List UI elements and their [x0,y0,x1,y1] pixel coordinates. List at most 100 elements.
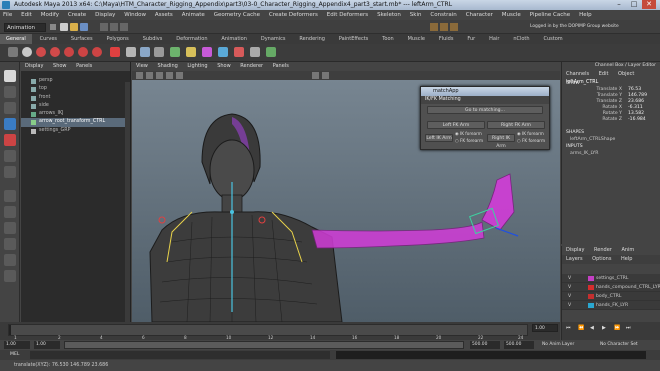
vp-menu-renderer[interactable]: Renderer [240,63,263,69]
outliner-menu-show[interactable]: Show [53,63,67,69]
left-ik-forearm-option[interactable]: ◉ IK forearm [455,131,482,137]
layer-menu-help[interactable]: Help [621,256,632,262]
menu-create[interactable]: Create [68,12,86,18]
step-back-icon[interactable]: ⏪ [578,325,584,331]
cylinder-icon[interactable] [140,47,150,57]
ik-handle-icon[interactable] [50,47,60,57]
weights-icon[interactable] [92,47,102,57]
menu-edit[interactable]: Edit [21,12,32,18]
layer-tab-render[interactable]: Render [594,247,612,253]
mode-dropdown[interactable]: Animation [4,23,46,32]
shape-node[interactable]: leftArm_CTRLShape [562,136,660,143]
outliner-item-side[interactable]: side [21,102,130,110]
layer-visibility-toggle[interactable]: V [568,301,571,310]
select-object-icon[interactable] [110,23,118,31]
time-slider[interactable]: 1 2 4 6 8 10 12 14 16 18 20 22 24 [0,322,560,340]
play-back-icon[interactable]: ◀ [590,325,594,331]
right-fk-forearm-option[interactable]: ○ FK forearm [517,138,545,144]
tab-muscle[interactable]: Muscle [402,34,431,44]
step-forward-icon[interactable]: ⏩ [614,325,620,331]
range-bar[interactable] [64,341,464,349]
layout-graph-icon[interactable] [4,238,16,250]
layer-color-swatch[interactable] [588,303,594,308]
open-scene-icon[interactable] [70,23,78,31]
skin-detach-icon[interactable] [78,47,88,57]
menu-animate[interactable]: Animate [182,12,205,18]
layout-single-icon[interactable] [4,190,16,202]
right-fk-arm-button[interactable]: Right FK Arm [487,121,545,129]
left-fk-forearm-option[interactable]: ○ FK forearm [455,138,483,144]
tab-general[interactable]: General [0,34,32,44]
outliner-item-front[interactable]: front [21,94,130,102]
current-time-indicator[interactable] [9,325,11,335]
cb-tab-edit[interactable]: Edit [599,71,609,77]
menu-create-deformers[interactable]: Create Deformers [269,12,318,18]
layout-hypershade-icon[interactable] [4,254,16,266]
lights-icon[interactable] [176,72,183,79]
new-scene-icon[interactable] [60,23,68,31]
outliner-menu-panels[interactable]: Panels [76,63,92,69]
outliner-item-arrows-ikj[interactable]: arrows_IKJ [21,110,130,118]
outliner-item-top[interactable]: top [21,85,130,93]
outliner-scrollbar[interactable] [125,82,130,332]
go-to-matching-button[interactable]: Go to matching... [427,106,543,114]
layer-tab-display[interactable]: Display [566,247,584,253]
isolate-select-icon[interactable] [312,72,319,79]
select-tool-icon[interactable] [4,70,16,82]
tab-fluids[interactable]: Fluids [433,34,460,44]
menu-character[interactable]: Character [466,12,493,18]
tab-painteffects[interactable]: PaintEffects [333,34,374,44]
set-key-icon[interactable] [218,47,228,57]
freeze-icon[interactable] [266,47,276,57]
camera-select-icon[interactable] [136,72,143,79]
layer-row-body-ctrl[interactable]: V body_CTRL [562,292,660,301]
script-icon[interactable] [234,47,244,57]
scale-tool-icon[interactable] [4,150,16,162]
layer-tab-anim[interactable]: Anim [621,247,634,253]
render-settings-icon[interactable] [450,23,458,31]
menu-skin[interactable]: Skin [410,12,422,18]
right-ik-forearm-option[interactable]: ◉ IK forearm [517,131,544,137]
tab-surfaces[interactable]: Surfaces [65,34,99,44]
manipulator-tool-icon[interactable] [4,166,16,178]
tab-toon[interactable]: Toon [376,34,400,44]
left-fk-arm-button[interactable]: Left FK Arm [427,121,485,129]
sphere-icon[interactable] [22,47,32,57]
layer-visibility-toggle[interactable]: V [568,274,571,283]
vp-menu-show[interactable]: Show [217,63,231,69]
vp-menu-panels[interactable]: Panels [273,63,289,69]
layout-outliner-icon[interactable] [4,222,16,234]
cb-tab-object[interactable]: Object [618,71,634,77]
layer-visibility-toggle[interactable]: V [568,283,571,292]
menu-modify[interactable]: Modify [41,12,59,18]
joint-icon[interactable] [36,47,46,57]
layer-row-hands-compound[interactable]: V hands_compound_CTRL_LYR [562,283,660,292]
select-component-icon[interactable] [120,23,128,31]
plane-icon[interactable] [154,47,164,57]
menu-muscle[interactable]: Muscle [502,12,521,18]
group-icon[interactable] [250,47,260,57]
smooth-shade-icon[interactable] [156,72,163,79]
locator-icon[interactable] [186,47,196,57]
ipr-render-icon[interactable] [440,23,448,31]
tab-dynamics[interactable]: Dynamics [255,34,292,44]
command-input[interactable] [30,351,330,359]
layout-four-icon[interactable] [4,206,16,218]
tab-hair[interactable]: Hair [483,34,505,44]
vp-menu-shading[interactable]: Shading [157,63,177,69]
move-tool-icon[interactable] [4,118,16,130]
go-to-end-icon[interactable]: ⏭ [626,325,631,331]
menu-pipeline-cache[interactable]: Pipeline Cache [530,12,570,18]
layer-menu-layers[interactable]: Layers [566,256,583,262]
paint-select-icon[interactable] [4,102,16,114]
layer-color-swatch[interactable] [588,294,594,299]
playback-start-field[interactable]: 1.00 [34,341,60,349]
tab-rendering[interactable]: Rendering [293,34,331,44]
minimize-button[interactable]: – [612,0,626,9]
layer-row-hands-fk[interactable]: V hands_FK_LYR [562,301,660,310]
skin-icon[interactable] [64,47,74,57]
input-node[interactable]: arms_IK_LYR [562,150,660,157]
render-icon[interactable] [430,23,438,31]
right-ik-arm-button[interactable]: Right IK Arm [487,134,515,149]
menu-window[interactable]: Window [124,12,146,18]
